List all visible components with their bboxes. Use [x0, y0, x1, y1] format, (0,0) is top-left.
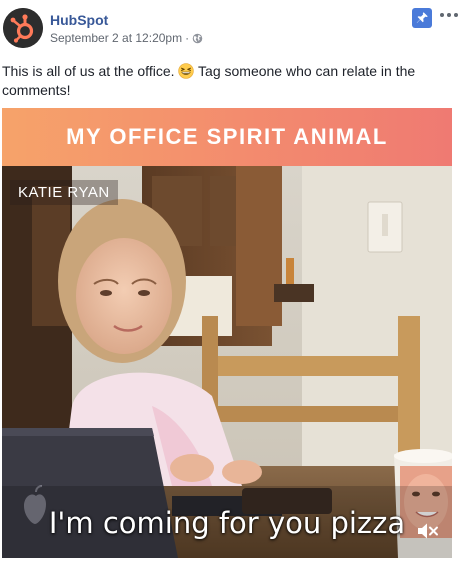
muted-speaker-icon[interactable] [416, 520, 440, 542]
video-frame-image [2, 166, 452, 558]
caption-text-start: This is all of us at the office. [2, 63, 175, 79]
post-meta: September 2 at 12:20pm · [50, 31, 203, 45]
more-options-icon[interactable] [436, 4, 462, 26]
grinning-squinting-face-icon [178, 63, 195, 79]
globe-icon[interactable] [192, 33, 203, 44]
facebook-post: HubSpot September 2 at 12:20pm · This is… [0, 0, 466, 568]
video-frame: KATIE RYAN I'm coming for you pizza [2, 166, 452, 558]
video-banner-title: MY OFFICE SPIRIT ANIMAL [66, 124, 388, 149]
video-title-banner: MY OFFICE SPIRIT ANIMAL [2, 108, 452, 166]
page-name-link[interactable]: HubSpot [50, 12, 108, 28]
video-subtitle: I'm coming for you pizza [48, 506, 406, 540]
meta-separator: · [185, 31, 190, 45]
name-tag: KATIE RYAN [10, 180, 118, 205]
pin-icon [412, 8, 432, 28]
post-header: HubSpot September 2 at 12:20pm · [0, 0, 466, 58]
video-player[interactable]: MY OFFICE SPIRIT ANIMAL KATIE RYAN I'm c… [2, 108, 452, 558]
hubspot-logo-icon [3, 8, 43, 48]
post-caption: This is all of us at the office. Tag som… [2, 62, 462, 100]
avatar[interactable] [3, 8, 43, 48]
post-timestamp[interactable]: September 2 at 12:20pm [50, 31, 182, 45]
